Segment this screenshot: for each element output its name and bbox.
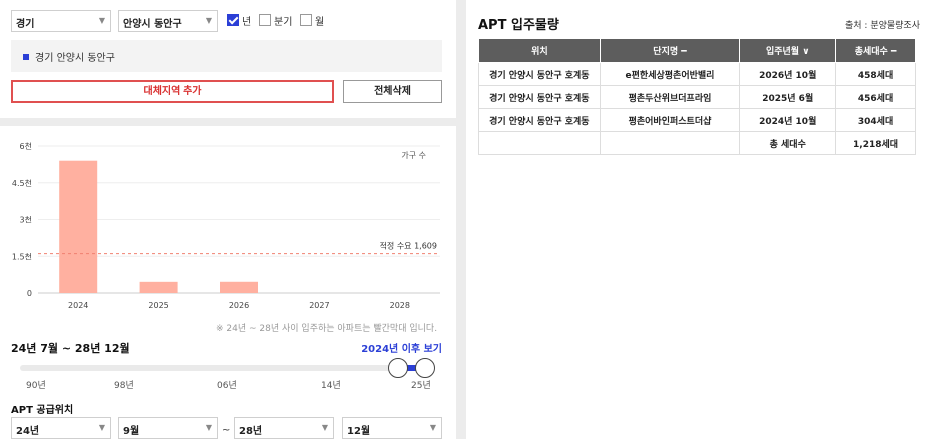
chart-note: ※ 24년 ~ 28년 사이 입주하는 아파트는 빨간막대 입니다. bbox=[216, 324, 438, 334]
chevron-down-icon: ▼ bbox=[205, 16, 212, 25]
x-tick-label: 2028 bbox=[390, 301, 410, 310]
total-units-value: 1,218세대 bbox=[835, 131, 916, 155]
checkbox-unchecked-icon bbox=[259, 14, 271, 26]
checkbox-label: 분기 bbox=[274, 16, 293, 28]
period-quarter-checkbox[interactable]: 분기 bbox=[259, 12, 292, 28]
end-year-select[interactable]: 28년 ▼ bbox=[234, 417, 334, 439]
slider-tick-label: 90년 bbox=[26, 381, 46, 391]
cell-complex: 평촌어바인퍼스트더샵 bbox=[599, 108, 741, 132]
cell-complex: 평촌두산위브더프라임 bbox=[599, 85, 741, 109]
add-region-button[interactable]: 대체지역 추가 bbox=[11, 80, 334, 103]
cell-location: 경기 안양시 동안구 호계동 bbox=[478, 108, 601, 132]
cell-location: 경기 안양시 동안구 호계동 bbox=[478, 62, 601, 86]
x-tick-label: 2027 bbox=[309, 301, 329, 310]
apt-move-in-panel: APT 입주물량 출처 : 분양물량조사 위치 단지명 ━ 입주년월 ∨ 총세대… bbox=[466, 0, 926, 439]
x-tick-label: 2025 bbox=[148, 301, 168, 310]
end-year-value: 28년 bbox=[239, 426, 263, 437]
y-tick-label: 1.5천 bbox=[12, 251, 32, 261]
slider-tick-label: 06년 bbox=[217, 381, 237, 391]
view-after-2024-link[interactable]: 2024년 이후 보기 bbox=[361, 340, 442, 355]
table-row[interactable]: 경기 안양시 동안구 호계동 평촌어바인퍼스트더샵 2024년 10월 304세… bbox=[478, 108, 916, 132]
period-month-checkbox[interactable]: 월 bbox=[300, 12, 324, 28]
checkbox-unchecked-icon bbox=[300, 14, 312, 26]
range-separator: ~ bbox=[222, 425, 231, 436]
selected-region-chip: 경기 안양시 동안구 bbox=[11, 40, 442, 72]
reference-line-label: 적정 수요 1,609 bbox=[380, 241, 437, 251]
slider-end-handle[interactable] bbox=[415, 358, 435, 378]
checkbox-label: 월 bbox=[315, 16, 325, 28]
end-month-select[interactable]: 12월 ▼ bbox=[342, 417, 442, 439]
section-divider bbox=[0, 118, 456, 126]
data-source-label: 출처 : 분양물량조사 bbox=[845, 21, 920, 31]
column-header-location[interactable]: 위치 bbox=[478, 38, 601, 63]
chart-legend: 가구 수 bbox=[401, 151, 426, 160]
y-tick-label: 6천 bbox=[20, 141, 32, 151]
y-tick-label: 0 bbox=[27, 289, 32, 298]
bar-2026 bbox=[220, 281, 258, 293]
year-range-slider-track[interactable] bbox=[20, 365, 434, 371]
x-tick-label: 2024 bbox=[68, 301, 88, 310]
chevron-down-icon: ▼ bbox=[321, 423, 328, 432]
slider-tick-label: 25년 bbox=[411, 381, 431, 391]
cell-location: 경기 안양시 동안구 호계동 bbox=[478, 85, 601, 109]
cell-move-in-date: 2024년 10월 bbox=[739, 108, 837, 132]
start-year-value: 24년 bbox=[16, 426, 40, 437]
table-row[interactable]: 경기 안양시 동안구 호계동 평촌두산위브더프라임 2025년 6월 456세대 bbox=[478, 85, 916, 109]
bar-2025 bbox=[139, 281, 178, 293]
start-month-select[interactable]: 9월 ▼ bbox=[118, 417, 218, 439]
period-year-checkbox[interactable]: 년 bbox=[227, 12, 251, 28]
checkbox-label: 년 bbox=[242, 16, 252, 28]
apt-panel-title: APT 입주물량 bbox=[478, 18, 559, 33]
cell-total-units: 304세대 bbox=[835, 108, 916, 132]
end-month-value: 12월 bbox=[347, 426, 371, 437]
apt-table: 위치 단지명 ━ 입주년월 ∨ 총세대수 ━ 경기 안양시 동안구 호계동 e편… bbox=[478, 38, 916, 155]
cell-move-in-date: 2025년 6월 bbox=[739, 85, 837, 109]
chevron-down-icon: ▼ bbox=[429, 423, 436, 432]
cell-empty bbox=[599, 131, 741, 155]
checkbox-checked-icon bbox=[227, 14, 239, 26]
province-select-value: 경기 bbox=[16, 19, 35, 30]
region-marker-icon bbox=[23, 53, 29, 60]
city-select-value: 안양시 동안구 bbox=[123, 19, 182, 30]
slider-tick-label: 14년 bbox=[321, 381, 341, 391]
total-units-label: 총 세대수 bbox=[739, 131, 837, 155]
filter-area: 경기 ▼ 안양시 동안구 ▼ 년 분기 월 경기 안양시 동안구 대체지역 추가… bbox=[0, 0, 456, 118]
chevron-down-icon: ▼ bbox=[98, 16, 105, 25]
bar-2024 bbox=[59, 160, 98, 293]
x-tick-label: 2026 bbox=[229, 301, 249, 310]
chevron-down-icon: ▼ bbox=[205, 423, 212, 432]
start-year-select[interactable]: 24년 ▼ bbox=[11, 417, 111, 439]
region-chip-label: 경기 안양시 동안구 bbox=[35, 53, 115, 64]
cell-move-in-date: 2026년 10월 bbox=[739, 62, 837, 86]
start-month-value: 9월 bbox=[123, 426, 140, 437]
table-header-row: 위치 단지명 ━ 입주년월 ∨ 총세대수 ━ bbox=[478, 38, 916, 63]
period-range-label: 24년 7월 ~ 28년 12월 bbox=[11, 342, 130, 355]
supply-location-title: APT 공급위치 bbox=[11, 405, 74, 416]
supply-bar-chart: 0 1.5천 3천 4.5천 6천 2024 2025 2026 2027 2028 적정 수요 1… bbox=[12, 141, 440, 310]
cell-total-units: 458세대 bbox=[835, 62, 916, 86]
left-panel: 경기 ▼ 안양시 동안구 ▼ 년 분기 월 경기 안양시 동안구 대체지역 추가… bbox=[0, 0, 456, 439]
column-header-move-in-date[interactable]: 입주년월 ∨ bbox=[739, 38, 837, 63]
province-select[interactable]: 경기 ▼ bbox=[11, 10, 111, 32]
y-tick-label: 4.5천 bbox=[12, 178, 32, 188]
slider-start-handle[interactable] bbox=[388, 358, 408, 378]
cell-empty bbox=[478, 131, 601, 155]
column-header-complex[interactable]: 단지명 ━ bbox=[599, 38, 741, 63]
slider-tick-label: 98년 bbox=[114, 381, 134, 391]
y-tick-label: 3천 bbox=[20, 215, 32, 225]
delete-all-button[interactable]: 전체삭제 bbox=[343, 80, 442, 103]
cell-complex: e편한세상평촌어반밸리 bbox=[599, 62, 741, 86]
table-total-row: 총 세대수 1,218세대 bbox=[478, 131, 916, 155]
column-header-total-units[interactable]: 총세대수 ━ bbox=[835, 38, 916, 63]
table-row[interactable]: 경기 안양시 동안구 호계동 e편한세상평촌어반밸리 2026년 10월 458… bbox=[478, 62, 916, 86]
cell-total-units: 456세대 bbox=[835, 85, 916, 109]
chevron-down-icon: ▼ bbox=[98, 423, 105, 432]
panel-divider bbox=[456, 0, 466, 439]
city-select[interactable]: 안양시 동안구 ▼ bbox=[118, 10, 218, 32]
